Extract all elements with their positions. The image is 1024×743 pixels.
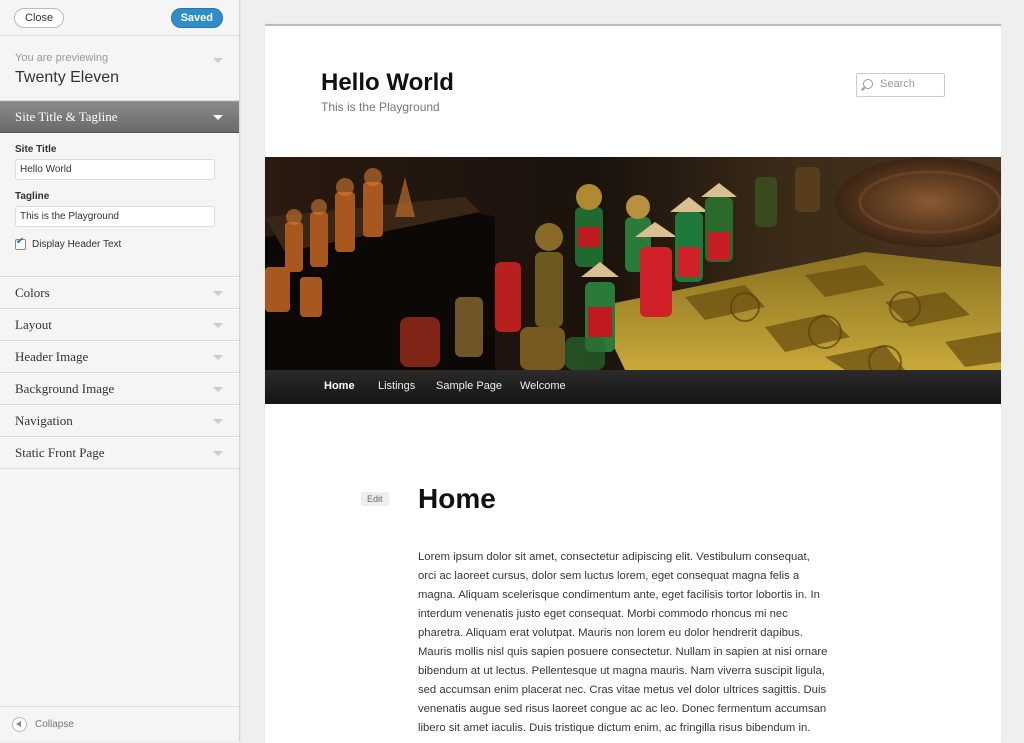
site-title-tagline-panel: Site Title Tagline Display Header Text: [0, 133, 239, 277]
customizer-sidebar: Close Saved You are previewing Twenty El…: [0, 0, 240, 741]
section-layout[interactable]: Layout: [0, 309, 239, 341]
chevron-down-icon: [213, 451, 223, 456]
site-title-input[interactable]: [15, 159, 215, 180]
content-line: pharetra. Aliquam erat volutpat. Mauris …: [418, 627, 803, 639]
search-placeholder: Search: [880, 78, 915, 90]
tagline-input[interactable]: [15, 206, 215, 227]
section-label: Background Image: [15, 381, 115, 396]
site-title-label: Site Title: [15, 144, 57, 155]
collapse-sidebar-button[interactable]: Collapse: [0, 706, 239, 741]
nav-item-home[interactable]: Home: [324, 380, 355, 392]
chess-board-photo: [265, 157, 1001, 370]
collapse-label: Collapse: [35, 719, 74, 730]
section-navigation[interactable]: Navigation: [0, 405, 239, 437]
section-label: Navigation: [15, 413, 73, 428]
chevron-down-icon: [213, 291, 223, 296]
content-line: libero sit amet iaculis. Duis tristique …: [418, 722, 811, 734]
content-line: venenatis augue sed risus laoreet congue…: [418, 703, 827, 715]
section-static-front-page[interactable]: Static Front Page: [0, 437, 239, 469]
site-tagline: This is the Playground: [321, 100, 440, 114]
content-line: sed accumsan enim placerat nec. Cras vit…: [418, 684, 827, 696]
chevron-down-icon: [213, 115, 223, 120]
content-line: orci ac laoreet cursus, dolor sem luctus…: [418, 570, 800, 582]
previewing-label: You are previewing: [15, 52, 109, 64]
theme-preview-info[interactable]: You are previewing Twenty Eleven: [0, 36, 239, 101]
saved-button[interactable]: Saved: [170, 8, 223, 28]
site-nav-bar: Home Listings Sample Page Welcome: [265, 370, 1001, 404]
chevron-down-icon: [213, 387, 223, 392]
sidebar-topbar: Close Saved: [0, 0, 239, 36]
header-image: [265, 157, 1001, 370]
nav-item-sample-page[interactable]: Sample Page: [436, 380, 502, 392]
content-line: interdum venenatis justo eget consequat.…: [418, 608, 788, 620]
content-line: bibendum at ut lectus. Pellentesque ut m…: [418, 665, 825, 677]
content-line: Mauris mollis nisl quis sapien posuere c…: [418, 646, 828, 658]
nav-item-listings[interactable]: Listings: [378, 380, 415, 392]
tagline-label: Tagline: [15, 191, 50, 202]
nav-item-welcome[interactable]: Welcome: [520, 380, 566, 392]
section-label: Site Title & Tagline: [15, 109, 118, 124]
search-icon: [863, 79, 873, 89]
site-title[interactable]: Hello World: [321, 69, 454, 97]
section-colors[interactable]: Colors: [0, 277, 239, 309]
display-header-text-row[interactable]: Display Header Text: [15, 236, 122, 250]
chevron-down-icon: [213, 323, 223, 328]
section-label: Colors: [15, 285, 50, 300]
page-title: Home: [418, 483, 496, 514]
edit-link[interactable]: Edit: [361, 492, 389, 506]
display-header-text-checkbox[interactable]: [15, 236, 26, 250]
section-site-title-tagline[interactable]: Site Title & Tagline: [0, 101, 239, 133]
section-label: Header Image: [15, 349, 89, 364]
close-button[interactable]: Close: [14, 8, 65, 28]
display-header-text-label: Display Header Text: [32, 239, 122, 250]
content-line: magna. Aliquam scelerisque condimentum a…: [418, 589, 820, 601]
chevron-down-icon: [213, 58, 223, 63]
section-label: Layout: [15, 317, 52, 332]
page-content: Lorem ipsum dolor sit amet, consectetur …: [418, 548, 850, 738]
section-header-image[interactable]: Header Image: [0, 341, 239, 373]
section-background-image[interactable]: Background Image: [0, 373, 239, 405]
section-label: Static Front Page: [15, 445, 105, 460]
collapse-arrow-icon: [12, 717, 27, 732]
content-line: Lorem ipsum dolor sit amet, consectetur …: [418, 551, 810, 563]
site-preview-frame: Hello World This is the Playground Searc…: [265, 24, 1001, 743]
chevron-down-icon: [213, 419, 223, 424]
chevron-down-icon: [213, 355, 223, 360]
theme-name: Twenty Eleven: [15, 69, 120, 86]
search-input[interactable]: Search: [856, 73, 945, 97]
